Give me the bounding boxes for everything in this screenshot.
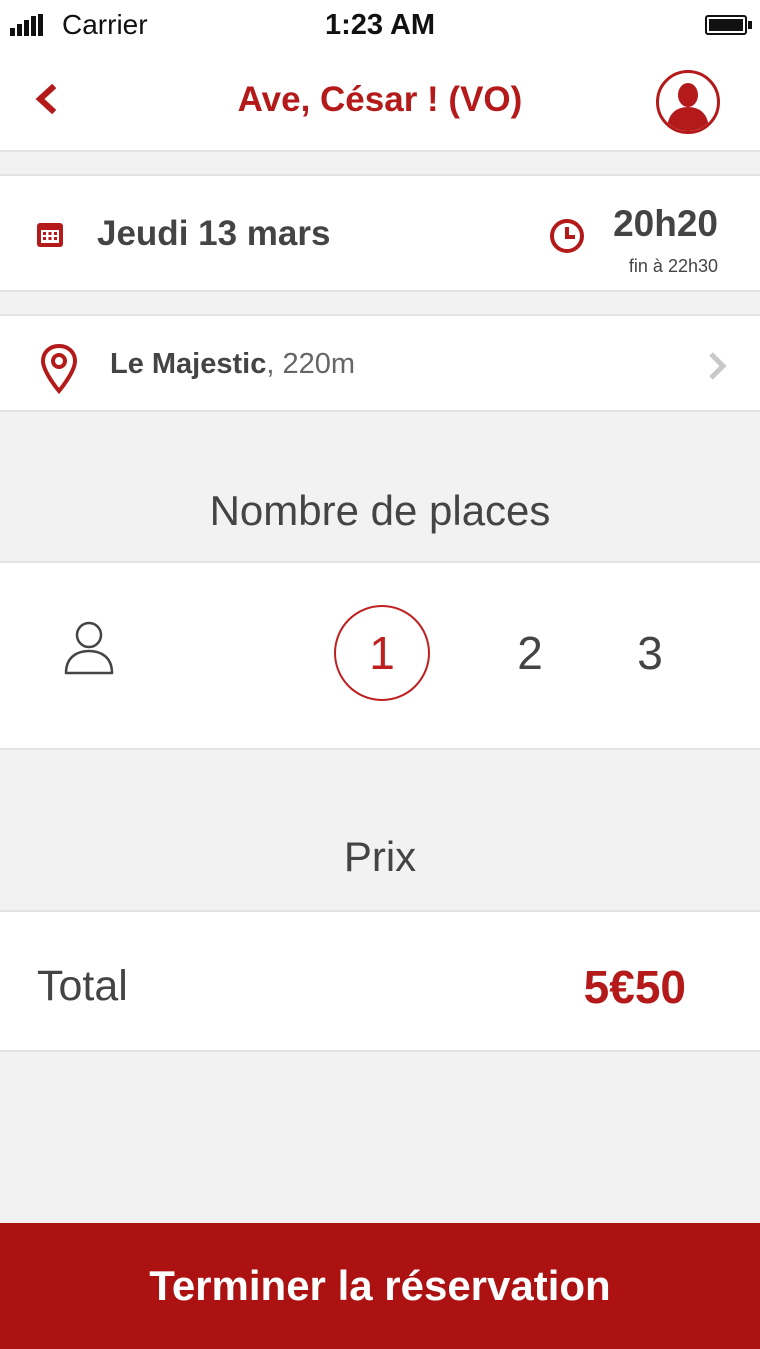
battery-icon bbox=[705, 15, 747, 35]
clock-icon bbox=[550, 219, 584, 253]
seat-option-1[interactable]: 1 bbox=[334, 605, 430, 701]
page-title: Ave, César ! (VO) bbox=[237, 80, 523, 119]
cinema-label: Le Majestic, 220m bbox=[110, 348, 355, 381]
seat-option-3[interactable]: 3 bbox=[602, 605, 698, 701]
cinema-name: Le Majestic bbox=[110, 348, 267, 380]
chevron-right-icon bbox=[709, 352, 727, 380]
status-bar: Carrier 1:23 AM bbox=[0, 0, 760, 52]
showtime-start: 20h20 bbox=[613, 203, 718, 244]
price-section-title: Prix bbox=[343, 833, 417, 880]
cinema-distance: , 220m bbox=[266, 348, 356, 380]
status-time: 1:23 AM bbox=[324, 9, 436, 41]
battery-tip bbox=[748, 21, 752, 29]
total-value: 5€50 bbox=[583, 961, 686, 1013]
finish-booking-button[interactable]: Terminer la réservation bbox=[0, 1223, 760, 1349]
calendar-icon bbox=[37, 223, 63, 247]
nav-bar: Ave, César ! (VO) bbox=[0, 52, 760, 152]
total-label: Total bbox=[37, 962, 128, 1010]
cinema-row[interactable]: Le Majestic, 220m bbox=[0, 314, 760, 412]
map-pin-icon bbox=[40, 343, 78, 394]
profile-button[interactable] bbox=[656, 70, 720, 134]
showtime-card: Jeudi 13 mars 20h20 fin à 22h30 bbox=[0, 174, 760, 292]
places-section-title: Nombre de places bbox=[209, 487, 551, 534]
showtime-end: fin à 22h30 bbox=[628, 256, 718, 276]
total-row: Total 5€50 bbox=[0, 910, 760, 1052]
seat-count-selector: 1 2 3 bbox=[0, 561, 760, 750]
user-profile-icon bbox=[667, 83, 709, 131]
showtime-date: Jeudi 13 mars bbox=[97, 214, 331, 253]
person-icon bbox=[64, 621, 114, 675]
seat-option-2[interactable]: 2 bbox=[482, 605, 578, 701]
